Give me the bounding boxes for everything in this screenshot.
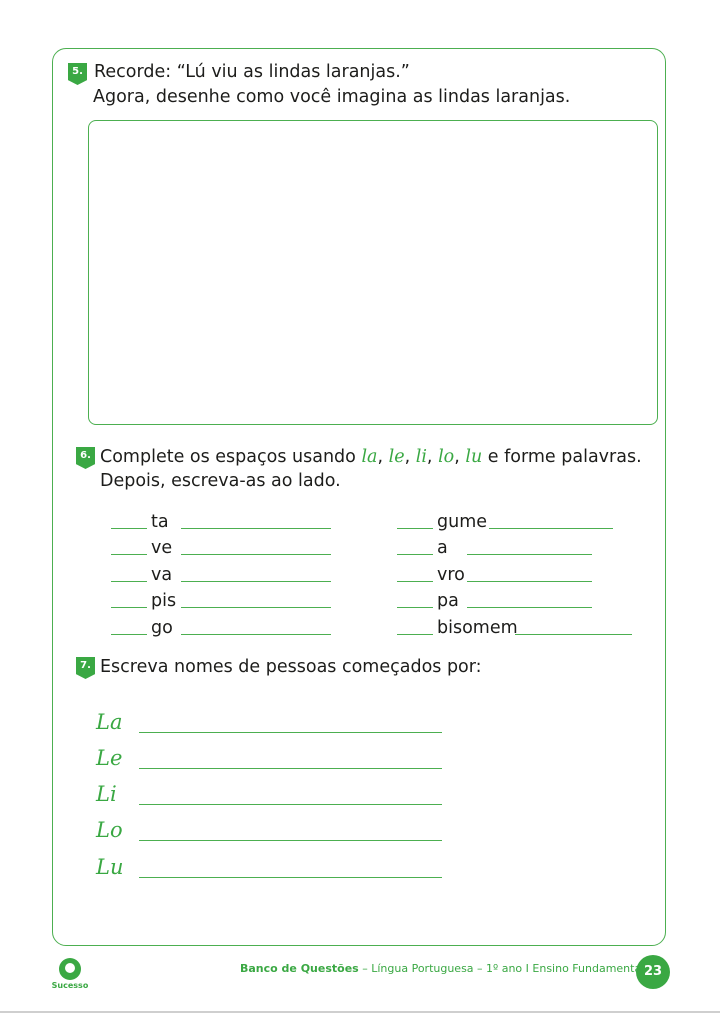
name-line-lu[interactable]: [139, 877, 442, 878]
syllable-item-left-5: go: [151, 618, 173, 638]
blank-left-1[interactable]: [111, 528, 147, 529]
syllable-le: le: [388, 447, 405, 467]
syllable-separator: ,: [404, 447, 416, 467]
syllable-item-left-2: ve: [151, 538, 173, 558]
question-5-line1: Recorde: “Lú viu as lindas laranjas.”: [94, 62, 410, 82]
syllable-la: la: [361, 447, 378, 467]
answer-line-left-4[interactable]: [181, 607, 331, 608]
drawing-area[interactable]: [88, 120, 658, 425]
question-5-line2: Agora, desenhe como você imagina as lind…: [93, 87, 571, 107]
syllable-separator: ,: [454, 447, 466, 467]
syllable-item-right-3: vro: [437, 565, 465, 585]
blank-right-3[interactable]: [397, 581, 433, 582]
blank-right-5[interactable]: [397, 634, 433, 635]
answer-line-right-4[interactable]: [467, 607, 592, 608]
question-6-line2: Depois, escreva-as ao lado.: [100, 471, 341, 491]
blank-left-3[interactable]: [111, 581, 147, 582]
question-6-suffix: e forme palavras.: [487, 447, 642, 467]
answer-line-right-1[interactable]: [489, 528, 613, 529]
syllable-li: li: [415, 447, 427, 467]
footer-title-bold: Banco de Questões: [240, 962, 359, 975]
syllable-item-left-1: ta: [151, 512, 169, 532]
answer-line-left-2[interactable]: [181, 554, 331, 555]
syllable-item-right-4: pa: [437, 591, 459, 611]
footer-title-rest: – Língua Portuguesa – 1º ano I Ensino Fu…: [358, 962, 645, 975]
question-6-prefix: Complete os espaços usando: [100, 447, 356, 467]
syllable-item-right-2: a: [437, 538, 448, 558]
name-prompt-lu: Lu: [96, 855, 124, 879]
name-prompt-le: Le: [96, 746, 123, 770]
answer-line-right-3[interactable]: [467, 581, 592, 582]
question-7-text: Escreva nomes de pessoas começados por:: [100, 657, 482, 677]
answer-line-right-5[interactable]: [515, 634, 632, 635]
blank-right-1[interactable]: [397, 528, 433, 529]
syllable-item-left-3: va: [151, 565, 173, 585]
footer-title: Banco de Questões – Língua Portuguesa – …: [240, 962, 644, 975]
logo-text: Sucesso: [51, 981, 89, 990]
page-number: 23: [636, 955, 670, 989]
name-line-lo[interactable]: [139, 840, 442, 841]
name-line-la[interactable]: [139, 732, 442, 733]
bottom-divider: [0, 1011, 720, 1013]
blank-right-4[interactable]: [397, 607, 433, 608]
syllable-lo: lo: [438, 447, 455, 467]
answer-line-left-5[interactable]: [181, 634, 331, 635]
globe-icon: [59, 958, 81, 980]
question-6-line1: Complete os espaços usando la, le, li, l…: [100, 445, 642, 469]
syllable-item-left-4: pis: [151, 591, 177, 611]
blank-left-5[interactable]: [111, 634, 147, 635]
syllable-item-right-5: bisomem: [437, 618, 518, 638]
blank-left-2[interactable]: [111, 554, 147, 555]
publisher-logo: Sucesso: [50, 958, 90, 990]
blank-right-2[interactable]: [397, 554, 433, 555]
syllable-separator: ,: [377, 447, 389, 467]
syllable-item-right-1: gume: [437, 512, 488, 532]
syllable-separator: ,: [426, 447, 439, 467]
answer-line-left-3[interactable]: [181, 581, 331, 582]
name-prompt-lo: Lo: [96, 818, 123, 842]
syllable-lu: lu: [465, 447, 483, 467]
answer-line-left-1[interactable]: [181, 528, 331, 529]
name-line-li[interactable]: [139, 804, 442, 805]
name-prompt-la: La: [96, 710, 123, 734]
blank-left-4[interactable]: [111, 607, 147, 608]
name-prompt-li: Li: [96, 782, 117, 806]
name-line-le[interactable]: [139, 768, 442, 769]
answer-line-right-2[interactable]: [467, 554, 592, 555]
